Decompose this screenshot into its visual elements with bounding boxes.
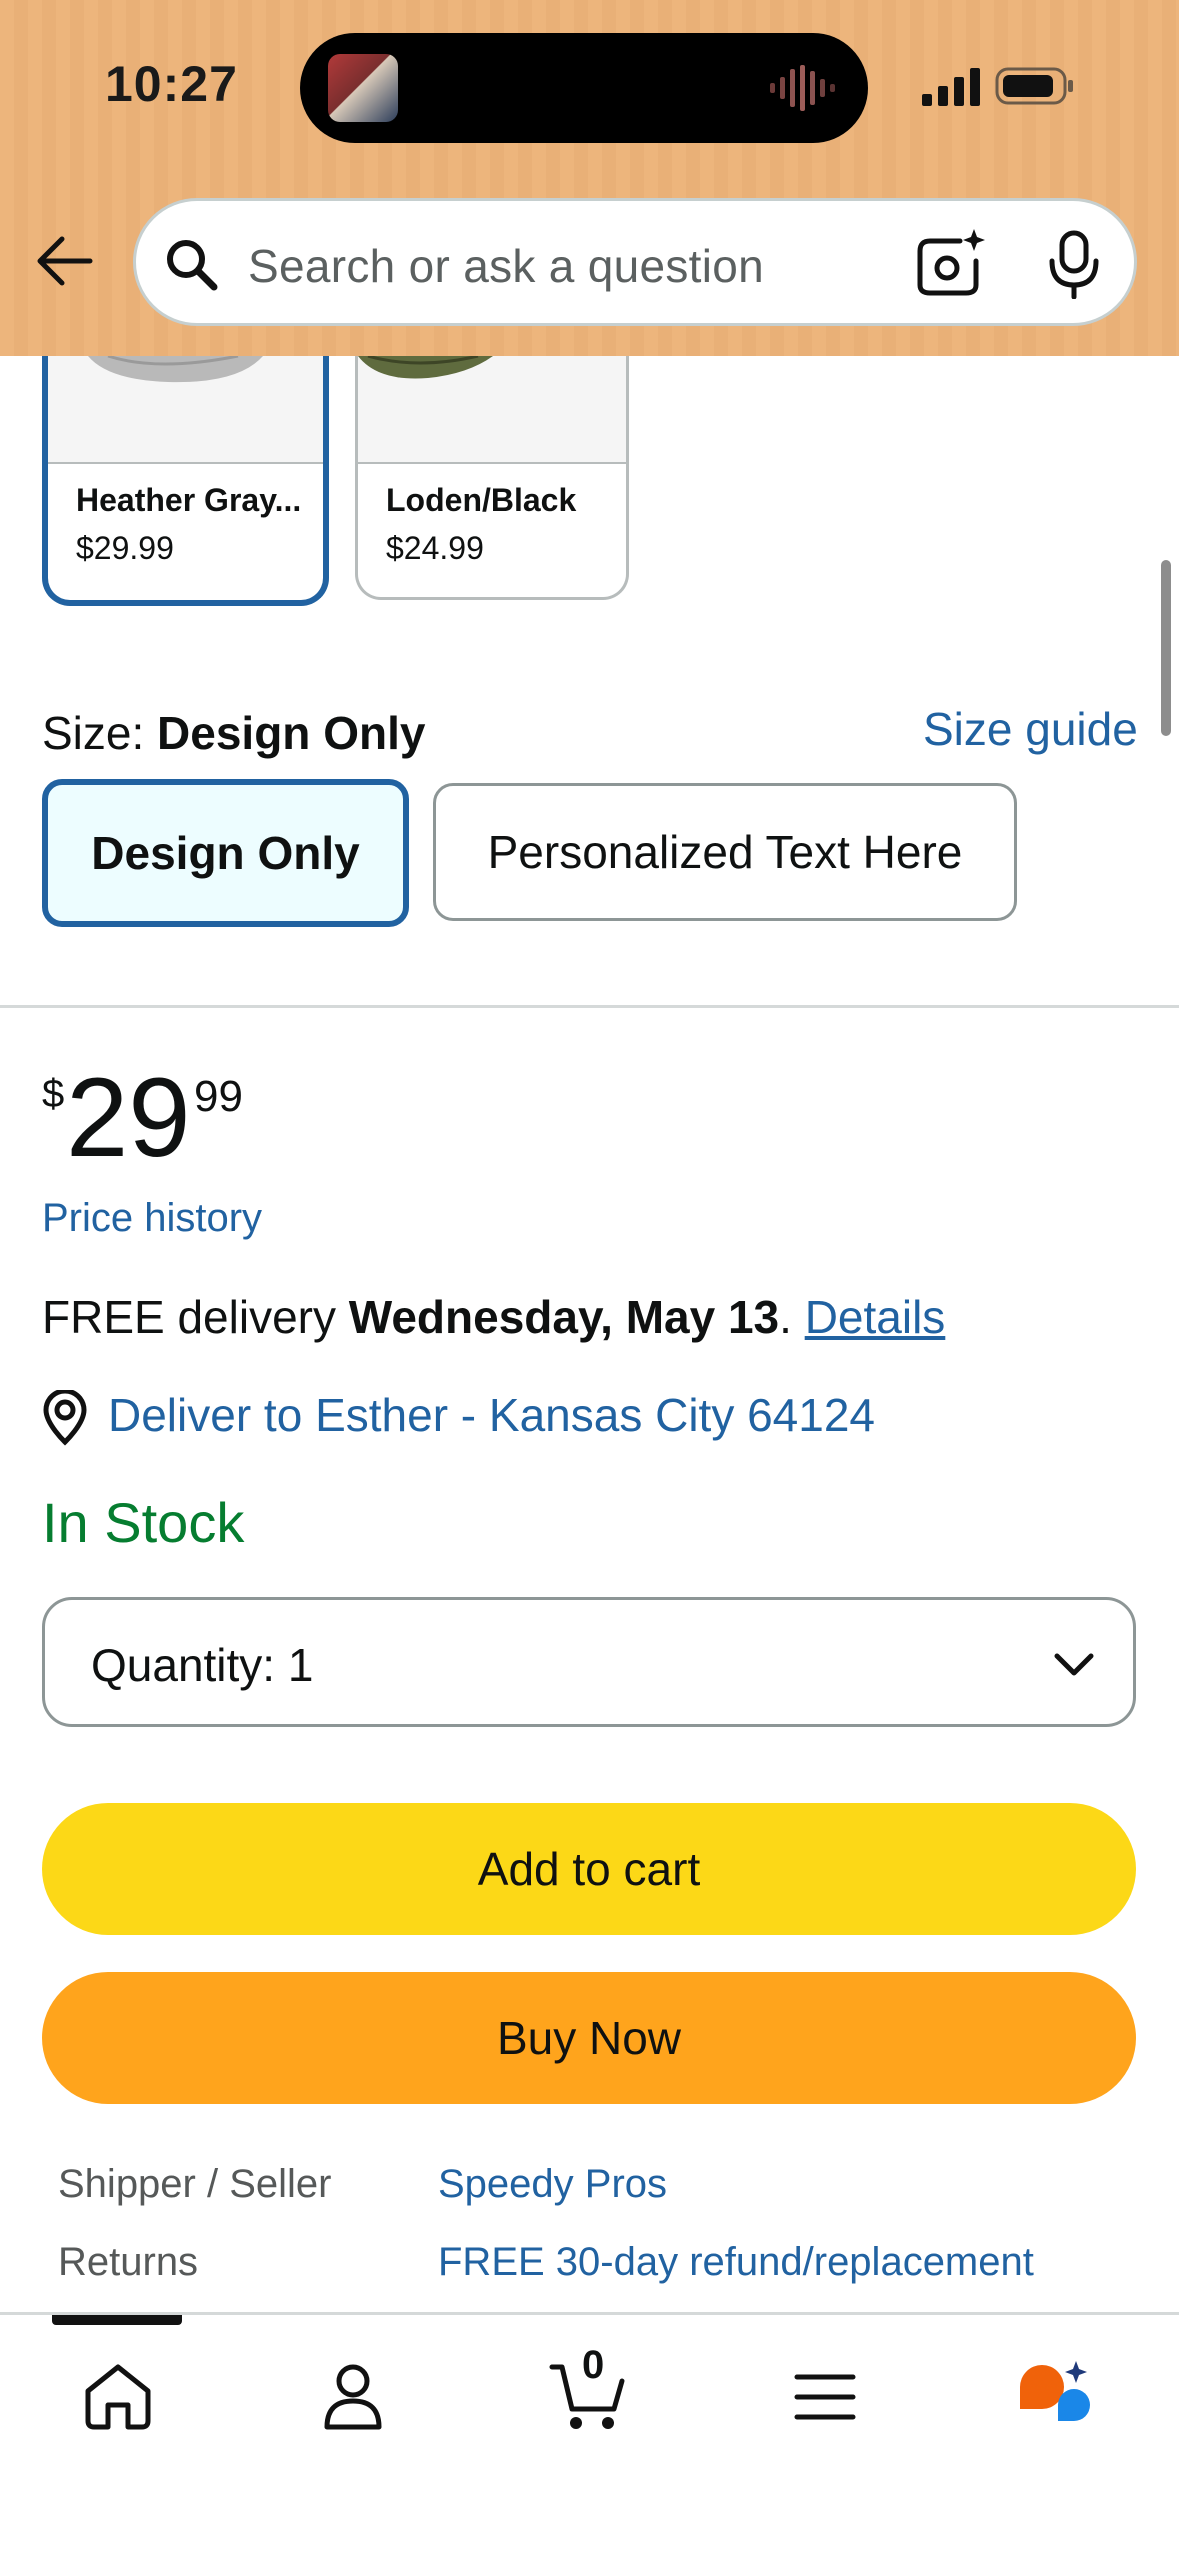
size-label-row: Size: Design Only [42, 706, 425, 760]
microphone-icon[interactable] [1046, 229, 1102, 299]
delivery-prefix: FREE delivery [42, 1291, 349, 1343]
account-icon[interactable] [313, 2357, 393, 2437]
shipper-seller-label: Shipper / Seller [58, 2162, 332, 2206]
price-whole: 29 [66, 1055, 191, 1180]
quantity-label: Quantity: [91, 1639, 276, 1691]
hat-image [88, 356, 263, 383]
swatch-image [48, 356, 323, 464]
returns-label: Returns [58, 2240, 199, 2284]
delivery-separator: . [779, 1291, 805, 1343]
search-input[interactable]: Search or ask a question [248, 239, 764, 293]
camera-search-icon[interactable] [912, 227, 986, 299]
dynamic-island[interactable] [300, 33, 868, 143]
home-icon[interactable] [78, 2357, 158, 2437]
swatch-price: $24.99 [386, 530, 484, 566]
rufus-icon[interactable] [1014, 2357, 1094, 2437]
section-divider [0, 1005, 1179, 1008]
size-selected-value: Design Only [157, 707, 426, 759]
color-swatch-loden-black[interactable]: Loden/Black $24.99 [355, 356, 629, 600]
cart-icon[interactable] [548, 2357, 628, 2437]
bottom-nav: 0 [0, 2312, 1179, 2559]
now-playing-artwork [328, 54, 398, 122]
size-guide-link[interactable]: Size guide [923, 702, 1138, 756]
swatch-name: Loden/Black [386, 482, 577, 518]
hat-image [358, 356, 493, 379]
shipper-seller-link[interactable]: Speedy Pros [438, 2162, 667, 2207]
color-swatch-heather-gray[interactable]: Heather Gray... $29.99 [42, 356, 329, 606]
buy-now-button[interactable]: Buy Now [42, 1972, 1136, 2104]
size-label: Size: [42, 707, 145, 759]
audio-waveform-icon [770, 65, 835, 111]
delivery-date: Wednesday, May 13 [348, 1291, 780, 1343]
status-time: 10:27 [105, 56, 238, 112]
size-option-design-only[interactable]: Design Only [42, 779, 409, 927]
scrollbar[interactable] [1161, 560, 1171, 736]
returns-link[interactable]: FREE 30-day refund/replacement [438, 2240, 1034, 2285]
search-bar[interactable]: Search or ask a question [133, 198, 1137, 326]
cellular-signal-icon [922, 68, 980, 106]
search-icon [167, 240, 218, 291]
quantity-label-row: Quantity: 1 [91, 1638, 313, 1692]
price-fraction: 99 [194, 1072, 243, 1121]
swatch-name: Heather Gray... [76, 482, 302, 518]
deliver-to-link[interactable]: Deliver to Esther - Kansas City 64124 [108, 1388, 875, 1442]
location-pin-icon [43, 1390, 87, 1446]
price-currency: $ [42, 1072, 65, 1116]
quantity-value: 1 [287, 1639, 314, 1691]
back-arrow-icon[interactable] [30, 225, 102, 297]
quantity-dropdown[interactable]: Quantity: 1 [42, 1597, 1136, 1727]
menu-icon[interactable] [785, 2357, 865, 2437]
add-to-cart-button[interactable]: Add to cart [42, 1803, 1136, 1935]
swatch-image [358, 356, 626, 464]
size-option-personalized-text[interactable]: Personalized Text Here [433, 783, 1017, 921]
battery-icon [995, 67, 1073, 105]
delivery-details-link[interactable]: Details [805, 1291, 946, 1343]
price-history-link[interactable]: Price history [42, 1196, 262, 1241]
swatch-price: $29.99 [76, 530, 174, 566]
chevron-down-icon [1054, 1653, 1094, 1676]
active-tab-indicator [52, 2315, 182, 2325]
delivery-info: FREE delivery Wednesday, May 13. Details [42, 1290, 945, 1344]
stock-status: In Stock [42, 1491, 245, 1554]
